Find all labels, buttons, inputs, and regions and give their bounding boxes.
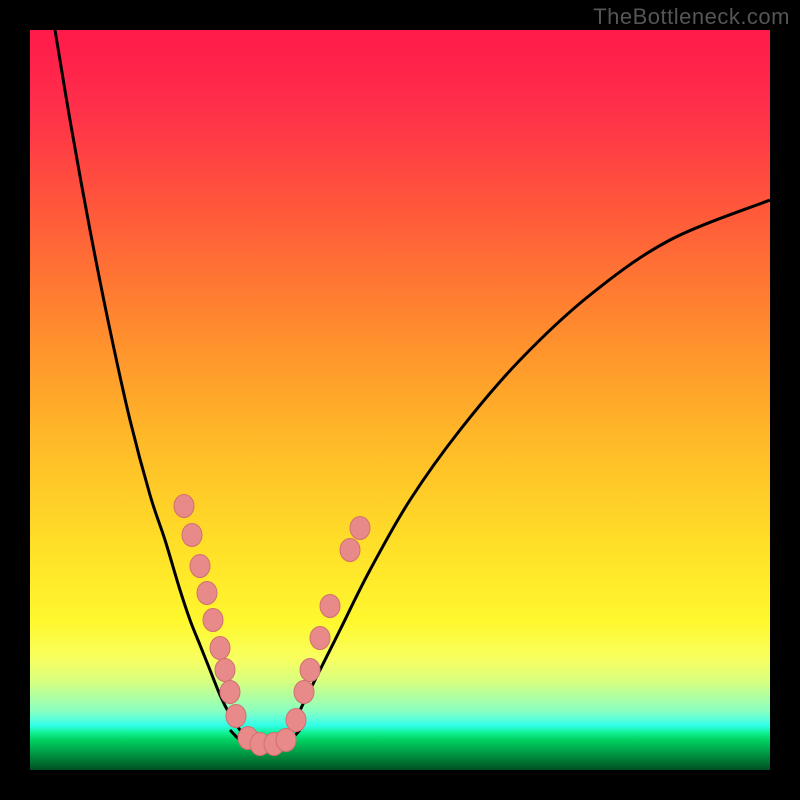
- marker-right: [286, 709, 306, 732]
- watermark-text: TheBottleneck.com: [593, 4, 790, 30]
- marker-left: [226, 705, 246, 728]
- marker-left: [203, 609, 223, 632]
- marker-left: [190, 555, 210, 578]
- marker-right: [350, 517, 370, 540]
- marker-left: [210, 637, 230, 660]
- marker-left: [220, 681, 240, 704]
- marker-group: [174, 495, 370, 756]
- curve-right-curve: [280, 200, 770, 740]
- marker-right: [310, 627, 330, 650]
- curve-left-curve: [55, 30, 250, 740]
- chart-gradient-area: [30, 30, 770, 770]
- chart-svg: [30, 30, 770, 770]
- marker-right: [320, 595, 340, 618]
- marker-bottom: [276, 729, 296, 752]
- marker-right: [300, 659, 320, 682]
- marker-right: [294, 681, 314, 704]
- marker-left: [197, 582, 217, 605]
- marker-left: [182, 524, 202, 547]
- marker-left: [215, 659, 235, 682]
- curve-group: [55, 30, 770, 746]
- marker-left: [174, 495, 194, 518]
- marker-right: [340, 539, 360, 562]
